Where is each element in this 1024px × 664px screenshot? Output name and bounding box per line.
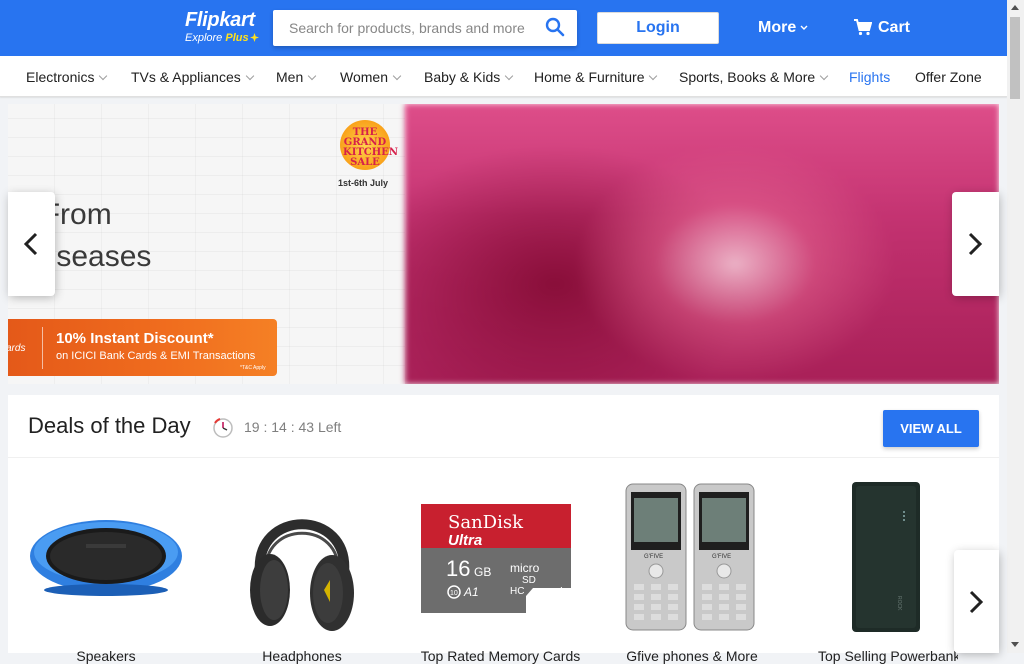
speaker-image: [30, 520, 182, 596]
category-men[interactable]: Men: [276, 69, 317, 85]
deals-header: Deals of the Day 19 : 14 : 43 Left VIEW …: [8, 395, 999, 458]
deal-item-name: Headphones: [262, 648, 342, 664]
memory-card-capacity: 16: [446, 556, 470, 581]
category-label: Baby & Kids: [424, 69, 501, 85]
deals-title: Deals of the Day: [28, 413, 191, 438]
category-nav: Electronics TVs & Appliances Men Women B…: [0, 56, 1007, 97]
deal-item-phones[interactable]: G'FIVE G'FIVE Gfive phones & More: [622, 478, 762, 664]
chevron-down-icon: [800, 25, 808, 30]
sale-dates: 1st-6th July: [338, 178, 389, 188]
search-button[interactable]: [545, 17, 567, 39]
memory-card-format: micro: [510, 561, 540, 575]
phone-image: G'FIVE G'FIVE: [625, 483, 755, 631]
category-label: Men: [276, 69, 304, 85]
search-icon: [545, 17, 565, 37]
deal-item-speaker[interactable]: Speakers: [26, 478, 186, 664]
deal-item-headphones[interactable]: Headphones: [242, 478, 362, 664]
category-electronics[interactable]: Electronics: [26, 69, 108, 85]
memory-card-image: SanDisk Ultra 16 GB micro SD HC I 10 A1: [421, 504, 571, 613]
deal-item-name: Top Rated Memory Cards: [420, 648, 581, 664]
chevron-down-icon: [649, 71, 658, 81]
chevron-left-icon: [23, 232, 38, 256]
deal-item-name: Speakers: [76, 648, 136, 664]
chevron-down-icon: [392, 71, 402, 81]
scroll-down-arrow-icon[interactable]: [1011, 642, 1019, 647]
category-label: Offer Zone: [915, 69, 982, 85]
logo-text: Flipkart: [185, 9, 255, 31]
carousel-prev-button[interactable]: [8, 192, 55, 296]
carousel-next-button[interactable]: [952, 192, 999, 296]
category-label: Electronics: [26, 69, 95, 85]
top-header: Flipkart Explore Plus Login More Cart: [0, 0, 1007, 56]
headphones-image: [250, 519, 354, 631]
login-button[interactable]: Login: [597, 12, 719, 44]
phone-right: G'FIVE: [693, 483, 755, 631]
deal-item-name: Top Selling Powerbanks: [818, 648, 958, 664]
offer-card-text: ards: [8, 343, 26, 354]
chevron-down-icon: [505, 71, 514, 81]
category-flights[interactable]: Flights: [849, 69, 890, 85]
deals-timer: 19 : 14 : 43 Left: [244, 419, 342, 435]
memory-card-capacity-unit: GB: [474, 565, 491, 579]
deal-item-name: Gfive phones & More: [626, 648, 758, 664]
memory-card-class-mark: I: [560, 586, 563, 597]
phone-brand: G'FIVE: [644, 554, 663, 560]
plus-icon: [249, 33, 259, 42]
bank-offer-strip: ards 10% Instant Discount* on ICICI Bank…: [8, 319, 277, 376]
cart-icon: [854, 19, 873, 36]
search-input[interactable]: [273, 10, 535, 46]
logo-subtext: Explore Plus: [185, 32, 265, 44]
chevron-down-icon: [307, 71, 317, 81]
category-label: Sports, Books & More: [679, 69, 816, 85]
chevron-right-icon: [969, 590, 984, 614]
memory-card-format-class: HC: [510, 586, 524, 597]
deal-item-powerbank[interactable]: ROCK Top Selling Powerbanks: [818, 478, 958, 664]
category-women[interactable]: Women: [340, 69, 402, 85]
category-label: Women: [340, 69, 388, 85]
deals-next-button[interactable]: [954, 550, 999, 653]
scroll-thumb[interactable]: [1010, 17, 1020, 99]
banner-slide-overlay: [405, 104, 999, 384]
memory-card-line: Ultra: [448, 532, 482, 549]
powerbank-brand: ROCK: [896, 596, 902, 611]
sale-badge-text: THE GRAND KITCHEN SALE: [343, 127, 398, 168]
view-all-button[interactable]: VIEW ALL: [883, 410, 979, 447]
powerbank-image: ROCK: [852, 482, 920, 632]
deal-item-memory-card[interactable]: SanDisk Ultra 16 GB micro SD HC I 10 A1 …: [418, 478, 583, 664]
more-menu[interactable]: More: [758, 18, 808, 38]
offer-main-text: 10% Instant Discount*: [56, 330, 214, 347]
grand-kitchen-sale-badge: THE GRAND KITCHEN SALE 1st-6th July: [338, 120, 398, 188]
phone-brand: G'FIVE: [712, 554, 731, 560]
scroll-up-arrow-icon[interactable]: [1011, 5, 1019, 10]
chevron-down-icon: [245, 71, 254, 81]
flipkart-logo[interactable]: Flipkart Explore Plus: [185, 9, 265, 47]
banner-carousel[interactable]: on From ic Diseases THE GRAND KITCHEN SA…: [8, 104, 999, 384]
memory-card-brand: SanDisk: [448, 512, 524, 533]
deals-of-the-day: Deals of the Day 19 : 14 : 43 Left VIEW …: [8, 395, 999, 664]
category-label: Flights: [849, 69, 891, 85]
chevron-down-icon: [819, 71, 829, 81]
category-label: Home & Furniture: [534, 69, 645, 85]
timer-icon: [213, 418, 233, 438]
cart-label: Cart: [878, 19, 911, 36]
offer-sub-text: on ICICI Bank Cards & EMI Transactions: [56, 350, 256, 362]
offer-terms: *T&C Apply: [240, 365, 266, 371]
chevron-down-icon: [99, 71, 108, 81]
phone-left: G'FIVE: [625, 483, 687, 631]
cart-link[interactable]: Cart: [854, 17, 910, 39]
category-tvs-appliances[interactable]: TVs & Appliances: [131, 69, 254, 85]
category-sports-books[interactable]: Sports, Books & More: [679, 69, 829, 85]
category-label: TVs & Appliances: [131, 69, 241, 85]
category-offer-zone[interactable]: Offer Zone: [915, 69, 982, 85]
category-baby-kids[interactable]: Baby & Kids: [424, 69, 514, 85]
more-label: More: [758, 19, 797, 36]
memory-card-app-class: A1: [463, 585, 479, 599]
search-box: [273, 10, 577, 46]
page-scrollbar[interactable]: [1007, 0, 1024, 653]
chevron-right-icon: [968, 232, 983, 256]
memory-card-format-type: SD: [522, 575, 536, 586]
offer-divider: [42, 327, 43, 369]
memory-card-speed-class: 10: [450, 590, 458, 597]
category-home-furniture[interactable]: Home & Furniture: [534, 69, 658, 85]
